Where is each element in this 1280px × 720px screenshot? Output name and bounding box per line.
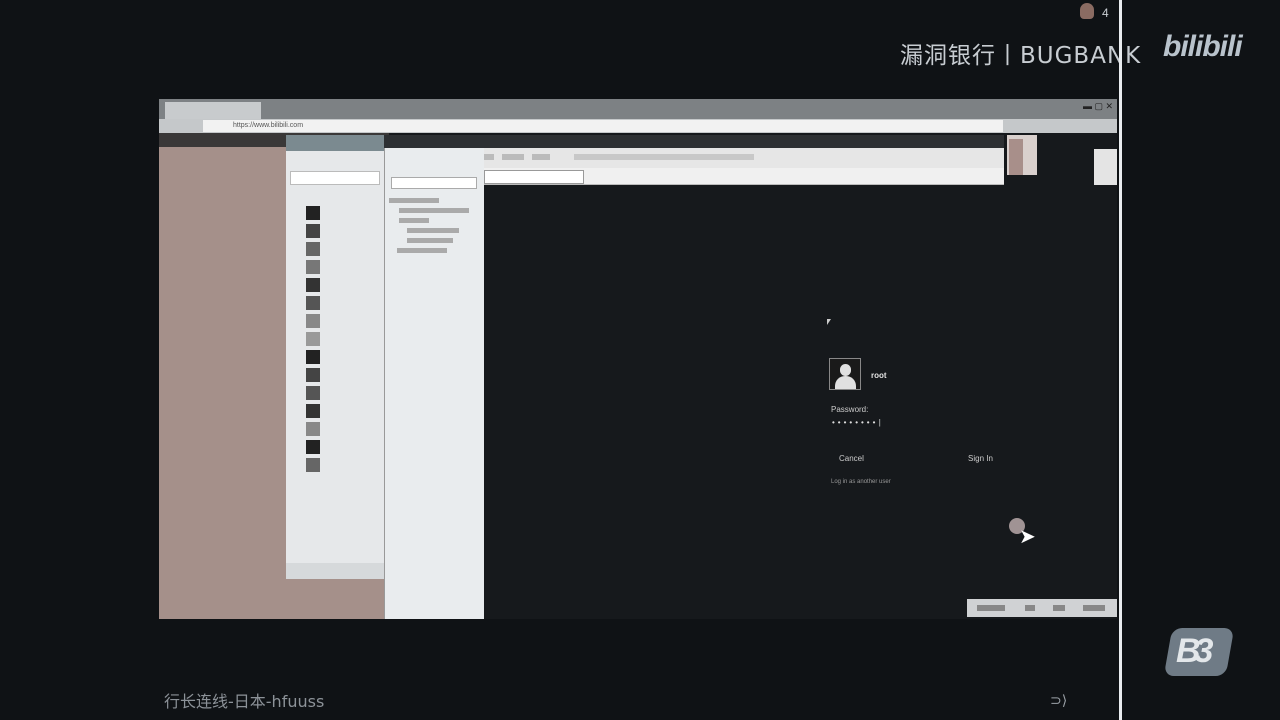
tree-node-root[interactable] [389,198,439,203]
tree-node[interactable] [397,248,447,253]
mouse-pointer-icon: ➤ [1019,526,1036,548]
list-thumbnail [306,440,320,454]
right-divider [1119,0,1122,720]
list-item[interactable] [306,241,380,258]
list-thumbnail [306,404,320,418]
corner-logo-text: B3 [1176,632,1214,670]
tree-node[interactable] [407,228,459,233]
tree-node[interactable] [407,238,453,243]
tree-node[interactable] [399,208,469,213]
fish-icon: ⊃⟩ [1050,692,1068,708]
list-thumbnail [306,314,320,328]
taskbar-item[interactable] [1025,605,1035,611]
list-thumbnail [306,422,320,436]
list-item[interactable] [306,295,380,312]
list-item[interactable] [306,313,380,330]
platform-logo: bilibili [1163,30,1243,63]
preview-thumbnail-image [1009,139,1023,175]
media-list-search[interactable] [290,171,380,185]
cancel-button[interactable]: Cancel [839,454,864,463]
list-thumbnail [306,368,320,382]
host-browser-tab[interactable] [165,102,261,119]
taskbar-item[interactable] [1053,605,1065,611]
media-list-footer [286,563,384,579]
list-thumbnail [306,350,320,364]
menu-item[interactable] [502,154,524,160]
list-thumbnail [306,278,320,292]
tree-node[interactable] [399,218,429,223]
mouse-cursor-icon [827,319,831,325]
list-item[interactable] [306,259,380,276]
list-thumbnail [306,296,320,310]
taskbar-item[interactable] [1083,605,1105,611]
counter-value: 4 [1102,6,1109,20]
list-thumbnail [306,206,320,220]
video-caption: 行长连线-日本-hfuuss [164,692,325,711]
host-titlebar: ▬ ▢ ✕ [159,99,1117,119]
password-label: Password: [831,405,869,414]
list-thumbnail [306,224,320,238]
library-panel [384,148,484,619]
vm-screen[interactable] [484,185,1117,619]
vm-taskbar [967,599,1117,617]
list-item[interactable] [306,367,380,384]
brand-watermark: 漏洞银行丨BUGBANK [900,43,1142,69]
list-item[interactable] [306,277,380,294]
list-item[interactable] [306,223,380,240]
list-thumbnail [306,242,320,256]
vm-window-titlebar [384,135,1004,148]
list-item[interactable] [306,349,380,366]
window-controls[interactable]: ▬ ▢ ✕ [1083,101,1113,112]
list-item[interactable] [306,385,380,402]
list-thumbnail [306,260,320,274]
user-avatar-icon[interactable] [829,358,861,390]
sign-in-button[interactable]: Sign In [968,454,993,463]
media-list-header [286,135,384,151]
list-item[interactable] [306,205,380,222]
menu-item[interactable] [532,154,550,160]
host-browser-window: ▬ ▢ ✕ https://www.bilibili.com root Pass… [159,99,1117,619]
media-list-panel [286,135,384,579]
login-username: root [871,371,887,380]
list-thumbnail [306,458,320,472]
side-panel [1094,149,1117,185]
list-item[interactable] [306,421,380,438]
password-field[interactable] [831,418,951,430]
notification-counter-icon [1080,3,1094,19]
list-item[interactable] [306,457,380,474]
list-item[interactable] [306,331,380,348]
list-thumbnail [306,386,320,400]
list-item[interactable] [306,439,380,456]
vm-toolbar-icons[interactable] [574,154,754,160]
list-thumbnail [306,332,320,346]
vm-tab[interactable] [484,170,584,184]
library-search-input[interactable] [391,177,477,189]
address-bar[interactable]: https://www.bilibili.com [203,120,1003,132]
list-item[interactable] [306,403,380,420]
taskbar-item[interactable] [977,605,1005,611]
other-user-link[interactable]: Log in as another user [831,479,891,485]
